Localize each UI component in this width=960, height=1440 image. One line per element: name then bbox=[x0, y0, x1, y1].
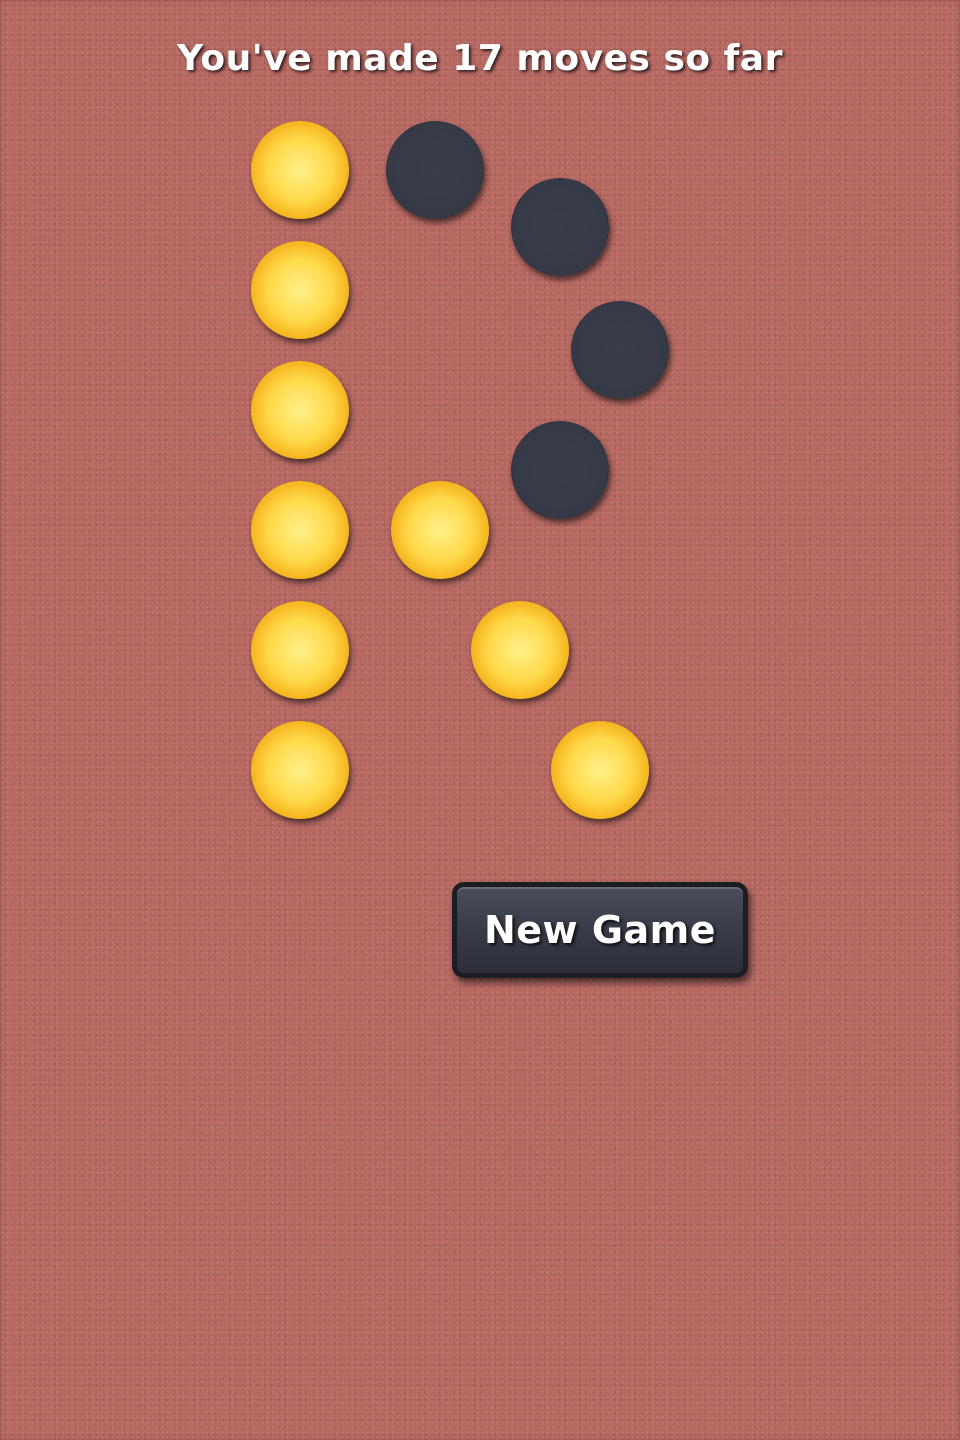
peg-5[interactable] bbox=[571, 301, 669, 399]
peg-1[interactable] bbox=[251, 121, 349, 219]
peg-10[interactable] bbox=[251, 601, 349, 699]
peg-12[interactable] bbox=[251, 721, 349, 819]
moves-counter-text: You've made 17 moves so far bbox=[177, 38, 783, 79]
peg-6[interactable] bbox=[251, 361, 349, 459]
peg-7[interactable] bbox=[511, 421, 609, 519]
peg-11[interactable] bbox=[471, 601, 569, 699]
peg-2[interactable] bbox=[386, 121, 484, 219]
new-game-button[interactable]: New Game bbox=[452, 882, 748, 978]
game-board: You've made 17 moves so far New Game bbox=[0, 0, 960, 1440]
peg-4[interactable] bbox=[251, 241, 349, 339]
peg-3[interactable] bbox=[511, 178, 609, 276]
peg-8[interactable] bbox=[251, 481, 349, 579]
peg-9[interactable] bbox=[391, 481, 489, 579]
peg-13[interactable] bbox=[551, 721, 649, 819]
